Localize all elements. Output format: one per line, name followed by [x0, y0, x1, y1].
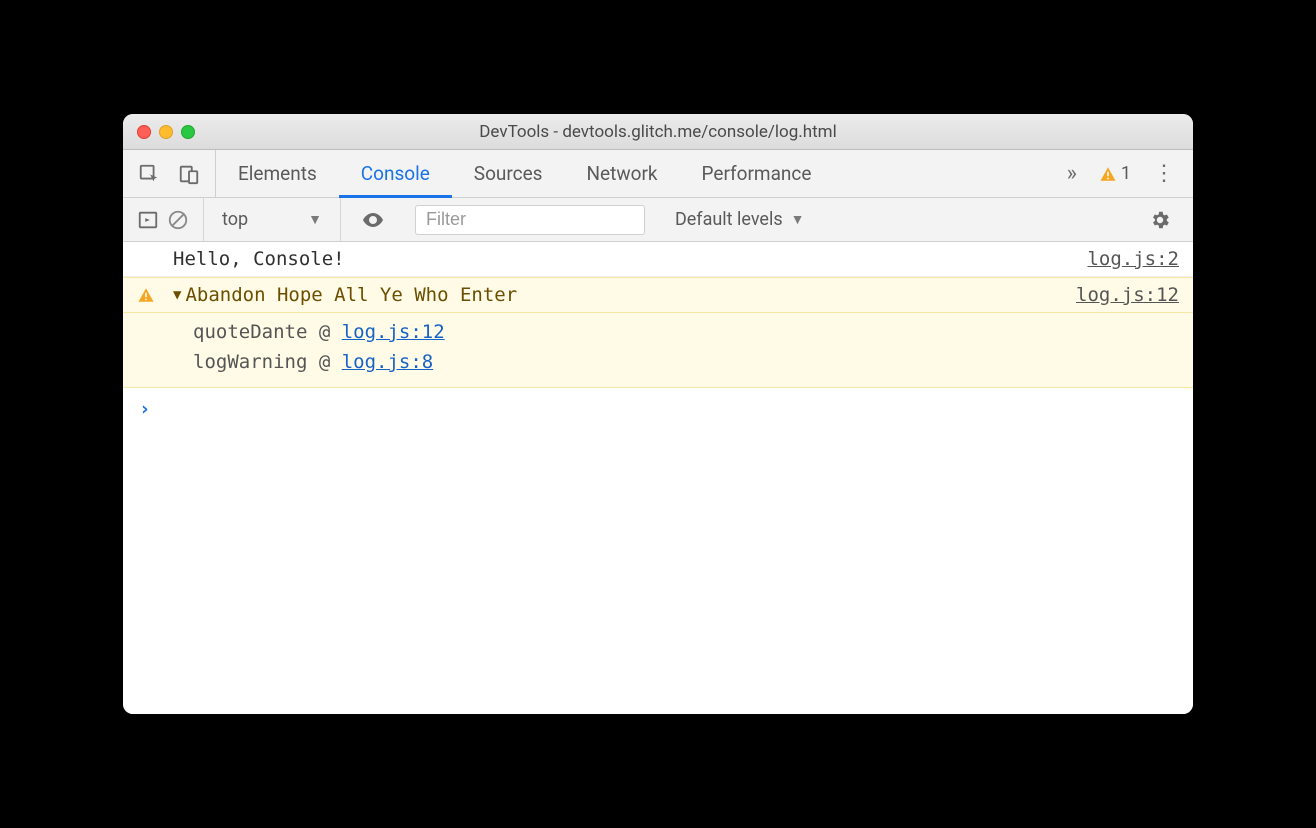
devtools-window: DevTools - devtools.glitch.me/console/lo… [123, 114, 1193, 714]
chevron-down-icon: ▼ [791, 211, 805, 228]
tab-sources[interactable]: Sources [452, 150, 565, 197]
warning-icon [137, 286, 155, 304]
context-selector-group: top ▼ [204, 198, 341, 241]
warning-text: Abandon Hope All Ye Who Enter [185, 284, 517, 306]
log-row: Hello, Console! log.js:2 [123, 242, 1193, 277]
stack-source-link[interactable]: log.js:8 [342, 351, 434, 373]
source-link[interactable]: log.js:2 [1087, 248, 1179, 270]
more-tabs-icon[interactable]: » [1057, 161, 1087, 186]
warnings-count: 1 [1121, 163, 1131, 184]
tab-label: Console [361, 162, 430, 185]
tab-network[interactable]: Network [564, 150, 679, 197]
warning-message: ▼Abandon Hope All Ye Who Enter [173, 284, 1076, 306]
close-window-button[interactable] [137, 125, 151, 139]
console-toolbar: top ▼ Default levels ▼ [123, 198, 1193, 242]
tab-list: Elements Console Sources Network Perform… [216, 150, 1049, 197]
levels-group: Default levels ▼ [655, 198, 825, 241]
console-settings-group [1127, 198, 1193, 241]
tab-label: Performance [702, 162, 812, 185]
stack-function: quoteDante [193, 321, 319, 343]
console-prompt[interactable]: › [123, 388, 1193, 430]
minimize-window-button[interactable] [159, 125, 173, 139]
source-link[interactable]: log.js:12 [1076, 284, 1179, 306]
disclosure-triangle-icon[interactable]: ▼ [173, 287, 181, 303]
stack-trace: quoteDante @ log.js:12 logWarning @ log.… [123, 313, 1193, 388]
live-expression-icon[interactable] [351, 208, 395, 232]
stack-function: logWarning [193, 351, 319, 373]
chevron-down-icon: ▼ [308, 211, 322, 228]
stack-frame: logWarning @ log.js:8 [193, 347, 1179, 377]
device-toggle-icon[interactable] [169, 163, 209, 185]
inspect-element-icon[interactable] [129, 163, 169, 185]
stack-at: @ [319, 321, 342, 343]
warning-icon [1099, 165, 1117, 183]
sidebar-toggle-group [123, 198, 204, 241]
log-levels-selector[interactable]: Default levels ▼ [665, 209, 815, 230]
clear-console-icon[interactable] [163, 209, 193, 231]
tabs-right-group: » 1 ⋮ [1049, 150, 1193, 197]
stack-at: @ [319, 351, 342, 373]
tab-console[interactable]: Console [339, 150, 452, 197]
log-message: Hello, Console! [173, 248, 1087, 270]
row-gutter [137, 284, 173, 304]
settings-menu-icon[interactable]: ⋮ [1143, 161, 1185, 186]
live-expression-group [341, 198, 405, 241]
tab-label: Network [586, 162, 657, 185]
tab-label: Sources [474, 162, 543, 185]
inspect-tools-group [123, 150, 216, 197]
titlebar: DevTools - devtools.glitch.me/console/lo… [123, 114, 1193, 150]
warnings-badge[interactable]: 1 [1093, 163, 1137, 184]
prompt-icon: › [139, 398, 150, 420]
log-levels-label: Default levels [675, 209, 783, 230]
tab-elements[interactable]: Elements [216, 150, 339, 197]
devtools-tabs-row: Elements Console Sources Network Perform… [123, 150, 1193, 198]
stack-frame: quoteDante @ log.js:12 [193, 317, 1179, 347]
console-sidebar-toggle-icon[interactable] [133, 209, 163, 231]
gear-icon[interactable] [1137, 209, 1183, 231]
execution-context-selector[interactable]: top ▼ [214, 209, 330, 230]
zoom-window-button[interactable] [181, 125, 195, 139]
filter-group [405, 198, 655, 241]
console-output: Hello, Console! log.js:2 ▼Abandon Hope A… [123, 242, 1193, 714]
warning-row: ▼Abandon Hope All Ye Who Enter log.js:12 [123, 277, 1193, 313]
tab-label: Elements [238, 162, 317, 185]
window-title: DevTools - devtools.glitch.me/console/lo… [123, 122, 1193, 142]
execution-context-value: top [222, 209, 248, 230]
window-controls [123, 125, 195, 139]
filter-input[interactable] [415, 205, 645, 235]
tab-performance[interactable]: Performance [680, 150, 834, 197]
stack-source-link[interactable]: log.js:12 [342, 321, 445, 343]
